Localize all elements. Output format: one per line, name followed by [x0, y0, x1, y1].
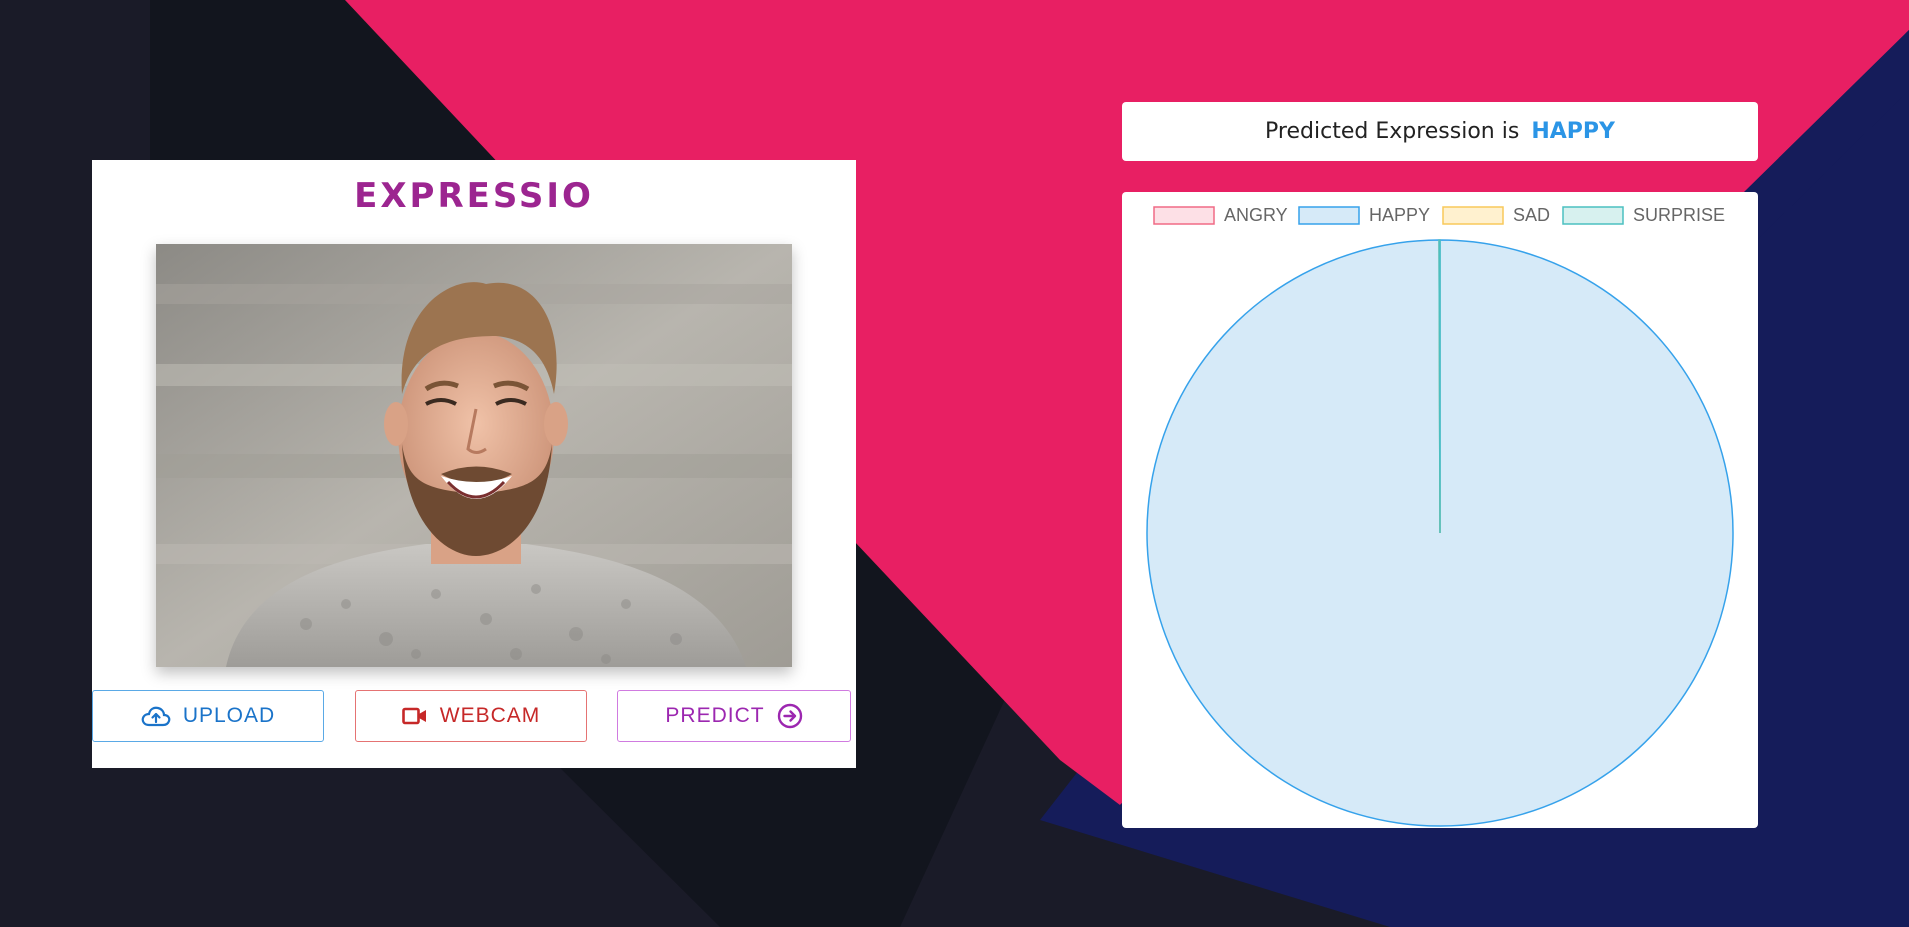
legend-label-sad[interactable]: SAD	[1513, 205, 1550, 225]
webcam-button-label: WEBCAM	[439, 704, 541, 727]
app-title: EXPRESSIO	[354, 176, 594, 216]
legend-swatch-surprise[interactable]	[1562, 206, 1624, 225]
video-camera-icon	[401, 707, 426, 725]
predict-button[interactable]: PREDICT	[617, 690, 851, 742]
expression-chart-card: ANGRY HAPPY SAD SURPRISE	[1122, 192, 1758, 828]
prediction-prefix: Predicted Expression is	[1265, 119, 1520, 144]
legend-swatch-happy[interactable]	[1298, 206, 1360, 225]
legend-label-happy[interactable]: HAPPY	[1369, 205, 1430, 225]
uploaded-photo	[156, 244, 792, 667]
arrow-circle-right-icon	[777, 703, 802, 729]
legend-swatch-sad[interactable]	[1442, 206, 1504, 225]
prediction-value: HAPPY	[1531, 119, 1615, 144]
cloud-upload-icon	[141, 706, 171, 727]
photo-image	[156, 244, 792, 667]
expression-pie-chart: ANGRY HAPPY SAD SURPRISE	[1146, 205, 1734, 827]
legend-swatch-angry[interactable]	[1153, 206, 1215, 225]
upload-button-label: UPLOAD	[182, 704, 276, 727]
legend-label-angry[interactable]: ANGRY	[1224, 205, 1288, 225]
webcam-button[interactable]: WEBCAM	[355, 690, 587, 742]
prediction-banner: Predicted Expression is HAPPY	[1122, 102, 1758, 161]
upload-panel: EXPRESSIO UPLOAD WEBCAM PREDICT	[92, 160, 856, 768]
pie-slice-surprise[interactable]	[1438, 239, 1441, 534]
legend-label-surprise[interactable]: SURPRISE	[1633, 205, 1725, 225]
predict-button-label: PREDICT	[665, 704, 765, 727]
upload-button[interactable]: UPLOAD	[92, 690, 324, 742]
